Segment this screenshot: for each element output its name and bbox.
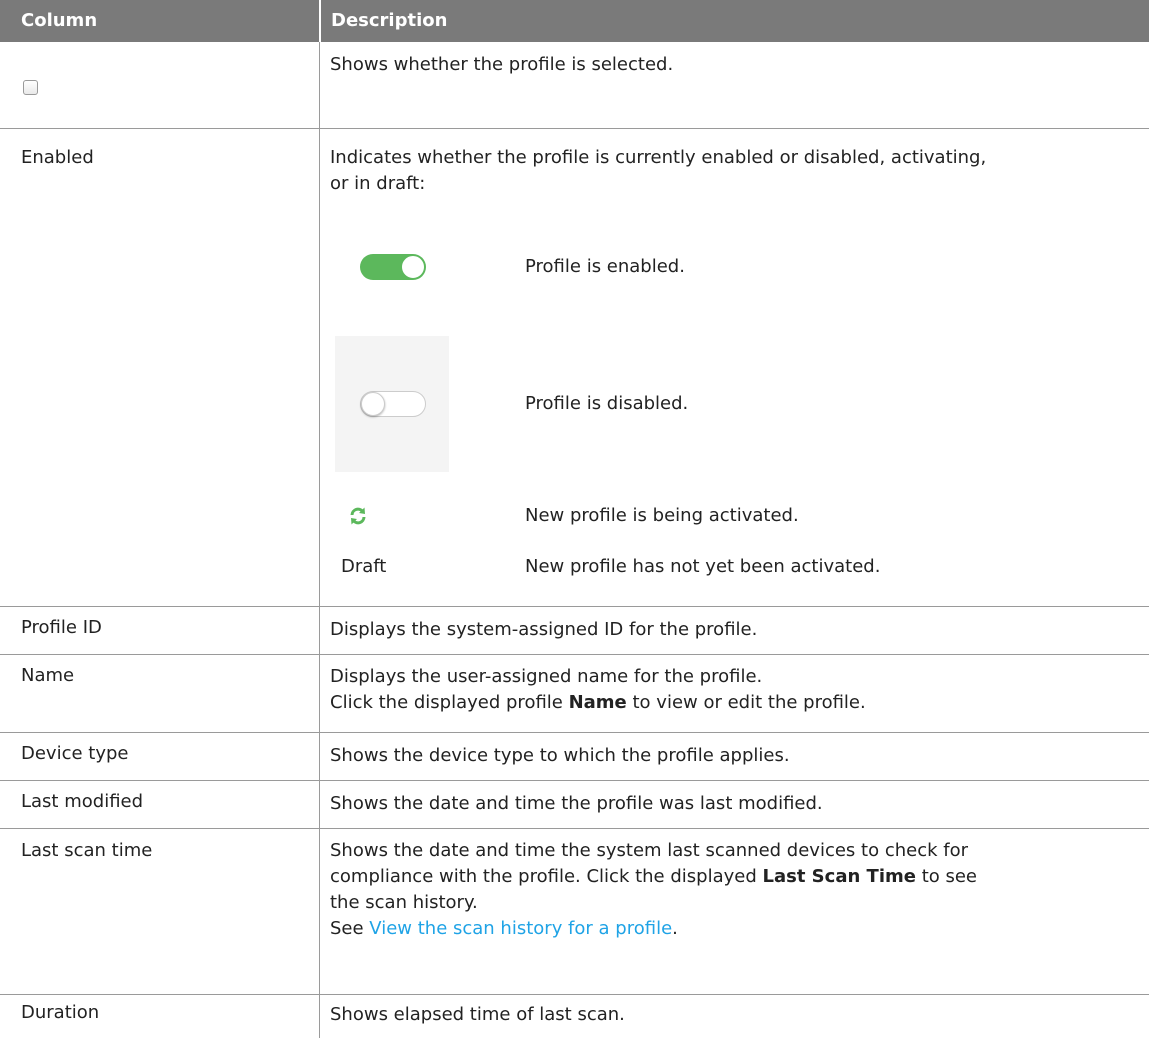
table-row: Enabled Indicates whether the profile is… <box>0 129 1149 607</box>
sync-icon <box>350 507 366 525</box>
table-header: Column Description <box>0 0 1149 42</box>
column-cell: Enabled <box>0 129 320 606</box>
description-text: Click the displayed profile Name to view… <box>330 692 866 713</box>
state-activating: New profile is being activated. <box>330 505 1130 536</box>
description-text: Shows the date and time the profile was … <box>330 793 823 814</box>
column-label: Last modified <box>21 791 144 812</box>
scan-history-link[interactable]: View the scan history for a profile <box>369 918 672 939</box>
draft-label: Draft <box>341 556 387 577</box>
table-row: Profile ID Displays the system-assigned … <box>0 607 1149 655</box>
table-row: Last modified Shows the date and time th… <box>0 781 1149 829</box>
column-label: Duration <box>21 1002 100 1023</box>
column-cell: Last modified <box>0 781 320 828</box>
description-text: compliance with the profile. Click the d… <box>330 866 978 887</box>
description-text: or in draft: <box>330 173 426 194</box>
description-text: Displays the system-assigned ID for the … <box>330 619 758 640</box>
table-row: Shows whether the profile is selected. <box>0 42 1149 129</box>
column-cell: Device type <box>0 733 320 780</box>
column-cell <box>0 42 320 128</box>
select-checkbox[interactable] <box>23 80 38 95</box>
description-text: the scan history. <box>330 892 478 913</box>
description-text: Displays the user-assigned name for the … <box>330 666 763 687</box>
state-text: New profile has not yet been activated. <box>525 556 881 577</box>
column-label: Name <box>21 665 75 686</box>
column-label: Enabled <box>21 147 94 168</box>
column-cell: Profile ID <box>0 607 320 654</box>
column-label: Last scan time <box>21 840 153 861</box>
column-label: Profile ID <box>21 617 102 638</box>
description-text: Shows the date and time the system last … <box>330 840 968 861</box>
header-description: Description <box>319 0 1149 42</box>
column-cell: Last scan time <box>0 829 320 994</box>
state-draft: Draft New profile has not yet been activ… <box>330 554 1130 584</box>
state-enabled: Profile is enabled. <box>330 254 1130 284</box>
description-text: Indicates whether the profile is current… <box>330 147 987 168</box>
table-row: Name Displays the user-assigned name for… <box>0 655 1149 733</box>
state-disabled: Profile is disabled. <box>330 336 1130 472</box>
description-text: Shows the device type to which the profi… <box>330 745 790 766</box>
column-cell: Duration <box>0 995 320 1038</box>
state-text: Profile is disabled. <box>525 393 689 414</box>
toggle-on-icon <box>360 254 426 280</box>
description-text: Shows elapsed time of last scan. <box>330 1004 625 1025</box>
state-text: Profile is enabled. <box>525 256 685 277</box>
table-row: Last scan time Shows the date and time t… <box>0 829 1149 995</box>
table-row: Duration Shows elapsed time of last scan… <box>0 995 1149 1038</box>
header-column: Column <box>21 10 98 31</box>
description-text: Shows whether the profile is selected. <box>330 54 674 75</box>
toggle-off-icon <box>335 336 449 472</box>
column-label: Device type <box>21 743 129 764</box>
description-text: See View the scan history for a profile. <box>330 918 678 939</box>
table-row: Device type Shows the device type to whi… <box>0 733 1149 781</box>
column-cell: Name <box>0 655 320 732</box>
state-text: New profile is being activated. <box>525 505 799 526</box>
